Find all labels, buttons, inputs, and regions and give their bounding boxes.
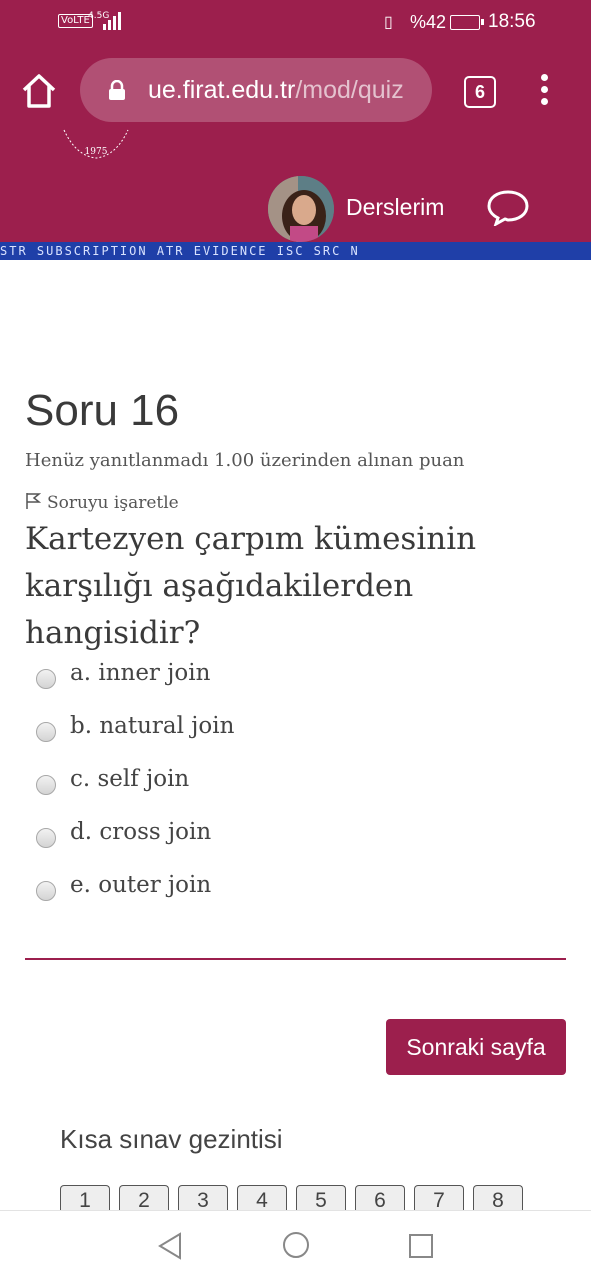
question-nav-button-3[interactable]: 3 [178,1185,228,1212]
home-circle-icon[interactable] [282,1231,310,1259]
flag-question-link[interactable]: Soruyu işaretle [25,492,179,513]
question-title: Soru 16 [25,386,180,435]
address-bar[interactable]: ue.firat.edu.tr/mod/quiz [80,58,432,122]
question-nav-button-7[interactable]: 7 [414,1185,464,1212]
radio-button[interactable] [36,828,56,848]
answer-option-d[interactable]: d. cross join [36,819,556,859]
home-icon[interactable] [20,72,58,110]
status-bar: VoLTE 4.5G ▯ %42 18:56 [0,0,591,44]
url-path: /mod/quiz [295,76,404,104]
battery-percent: %42 [410,12,447,32]
logo-year: 1975 [85,147,108,157]
quiz-navigation-title: Kısa sınav gezintisi [60,1124,283,1154]
next-page-button[interactable]: Sonraki sayfa [386,1019,566,1075]
radio-button[interactable] [36,722,56,742]
back-icon[interactable] [157,1231,183,1261]
signal-icon [103,12,121,30]
question-nav-button-6[interactable]: 6 [355,1185,405,1212]
question-nav-button-8[interactable]: 8 [473,1185,523,1212]
question-nav-button-4[interactable]: 4 [237,1185,287,1212]
chat-icon[interactable] [486,188,530,226]
question-state: Henüz yanıtlanmadı 1.00 üzerinden alınan… [25,450,465,471]
vibrate-icon: ▯ [384,14,393,31]
clock: 18:56 [488,11,536,32]
radio-button[interactable] [36,881,56,901]
answer-option-c[interactable]: c. self join [36,766,556,806]
menu-icon[interactable] [536,74,552,108]
flag-icon [26,493,42,509]
answer-option-b[interactable]: b. natural join [36,713,556,753]
url-host: ue.firat.edu.tr [148,76,296,104]
derslerim-link[interactable]: Derslerim [346,194,444,221]
header-banner: STR SUBSCRIPTION ATR EVIDENCE ISC SRC N [0,242,591,260]
system-navigation-bar [0,1210,591,1281]
divider [25,958,566,960]
answer-option-e[interactable]: e. outer join [36,872,556,912]
question-nav-button-5[interactable]: 5 [296,1185,346,1212]
recent-apps-icon[interactable] [408,1233,434,1259]
avatar[interactable] [268,176,334,242]
answer-label: c. self join [70,766,190,792]
answer-label: d. cross join [70,819,212,845]
radio-button[interactable] [36,775,56,795]
battery-icon [450,15,484,30]
answer-label: a. inner join [70,660,211,686]
url-text: ue.firat.edu.tr/mod/quiz [148,76,404,105]
flag-label: Soruyu işaretle [47,493,179,513]
answer-option-a[interactable]: a. inner join [36,660,556,700]
browser-toolbar: VoLTE 4.5G ▯ %42 18:56 ue.firat.edu.tr/m… [0,0,591,136]
banner-text: STR SUBSCRIPTION ATR EVIDENCE ISC SRC N [0,244,360,258]
answer-label: e. outer join [70,872,212,898]
tab-switcher-button[interactable]: 6 [464,76,496,108]
lock-icon [109,80,125,100]
radio-button[interactable] [36,669,56,689]
question-text: Kartezyen çarpım kümesinin karşılığı aşa… [25,521,477,651]
question-nav-button-1[interactable]: 1 [60,1185,110,1212]
university-logo: 1975 [63,129,129,159]
question-nav-button-2[interactable]: 2 [119,1185,169,1212]
user-photo [268,176,334,242]
answer-label: b. natural join [70,713,235,739]
